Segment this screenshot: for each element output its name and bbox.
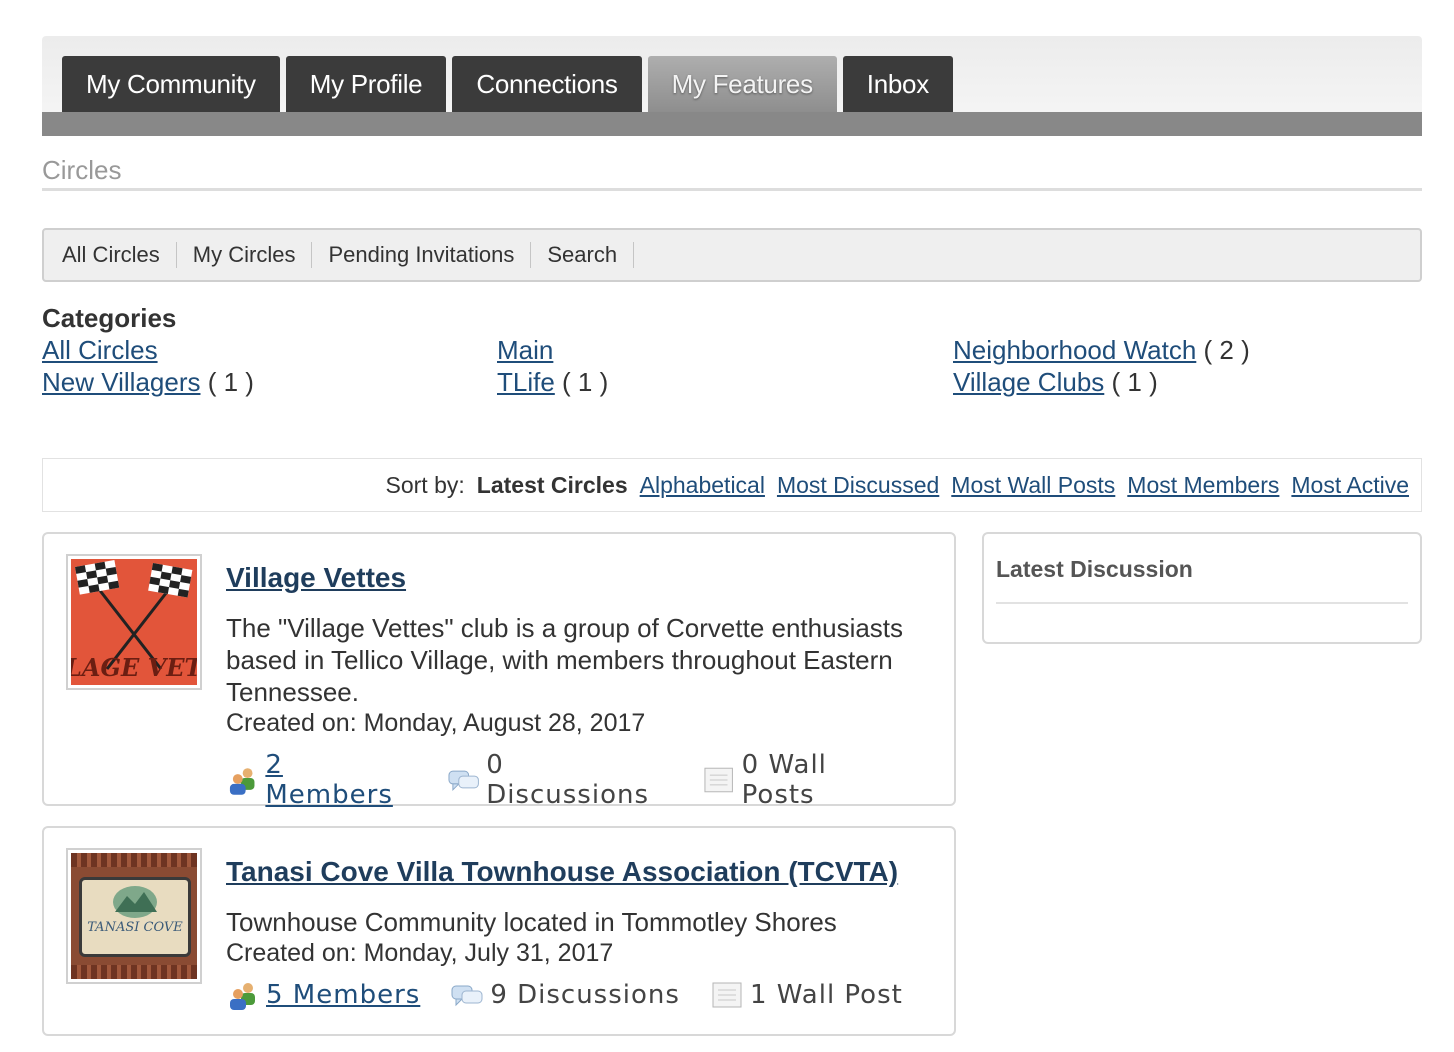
- wall-posts-stat: 1 Wall Post: [710, 980, 903, 1010]
- checkered-flags-image: LAGE VETT: [71, 559, 197, 685]
- discussions-count: 9 Discussions: [490, 980, 680, 1010]
- wall-post-icon: [704, 767, 734, 793]
- discussions-stat: 9 Discussions: [450, 980, 680, 1010]
- sort-current: Latest Circles: [476, 471, 628, 498]
- members-stat: 5 Members: [226, 980, 420, 1010]
- top-navigation: My Community My Profile Connections My F…: [42, 36, 1422, 136]
- circle-description: Townhouse Community located in Tommotley…: [226, 907, 837, 937]
- mountain-logo-icon: [113, 886, 157, 918]
- members-link[interactable]: 2 Members: [265, 750, 416, 810]
- latest-discussion-panel: Latest Discussion: [982, 532, 1422, 644]
- members-icon: [230, 983, 255, 1010]
- sort-most-discussed[interactable]: Most Discussed: [777, 472, 939, 499]
- categories-grid: All Circles Main Neighborhood Watch ( 2 …: [42, 334, 1422, 398]
- members-link[interactable]: 5 Members: [266, 980, 420, 1010]
- category-link-all-circles[interactable]: All Circles: [42, 335, 158, 365]
- sort-bar: Sort by: Latest Circles Alphabetical Mos…: [42, 458, 1422, 512]
- thumbnail-logo-text: LAGE VETT: [71, 653, 197, 682]
- categories-section: Categories All Circles Main Neighborhood…: [42, 302, 1422, 398]
- subnav-all-circles[interactable]: All Circles: [46, 242, 177, 268]
- brick-pattern: [71, 853, 197, 867]
- circle-stats: 2 Members 0 Discussions 0 Wall Posts: [226, 750, 936, 810]
- tab-inbox[interactable]: Inbox: [842, 56, 953, 112]
- circle-details: Tanasi Cove Villa Townhouse Association …: [226, 856, 936, 1010]
- discussions-count: 0 Discussions: [486, 750, 649, 810]
- category-link-new-villagers[interactable]: New Villagers: [42, 367, 200, 397]
- tab-connections[interactable]: Connections: [452, 56, 642, 112]
- circle-title-link[interactable]: Tanasi Cove Villa Townhouse Association …: [226, 856, 898, 888]
- members-icon: [229, 768, 255, 795]
- circle-details: Village Vettes The "Village Vettes" club…: [226, 562, 936, 810]
- circle-card: LAGE VETT Village Vettes The "Village Ve…: [42, 532, 956, 810]
- sort-label: Sort by:: [385, 471, 465, 498]
- category-count: ( 2 ): [1196, 335, 1250, 365]
- latest-discussion-title: Latest Discussion: [996, 534, 1408, 604]
- category-count: ( 1 ): [554, 367, 609, 397]
- category-link-village-clubs[interactable]: Village Clubs: [953, 367, 1104, 397]
- nav-underbar: [42, 112, 1422, 136]
- members-stat: 2 Members: [226, 750, 417, 810]
- circle-thumbnail[interactable]: TANASI COVE: [66, 848, 202, 984]
- category-item: Neighborhood Watch ( 2 ): [953, 334, 1422, 366]
- sort-most-active[interactable]: Most Active: [1291, 472, 1409, 499]
- sort-most-members[interactable]: Most Members: [1127, 472, 1279, 499]
- category-item: Village Clubs ( 1 ): [953, 366, 1422, 398]
- circle-title-link[interactable]: Village Vettes: [226, 562, 406, 594]
- category-item: TLife ( 1 ): [497, 366, 953, 398]
- sign-plaque: TANASI COVE: [79, 877, 191, 957]
- discussions-icon: [451, 985, 483, 1007]
- circles-subnav: All Circles My Circles Pending Invitatio…: [42, 228, 1422, 282]
- wall-posts-stat: 0 Wall Posts: [702, 750, 906, 810]
- circle-description: The "Village Vettes" club is a group of …: [226, 613, 904, 707]
- main-tabs: My Community My Profile Connections My F…: [62, 56, 953, 112]
- categories-heading: Categories: [42, 303, 177, 333]
- circle-thumbnail[interactable]: LAGE VETT: [66, 554, 202, 690]
- discussions-icon: [448, 770, 479, 792]
- circle-stats: 5 Members 9 Discussions 1 Wall Post: [226, 980, 936, 1010]
- wall-post-icon: [712, 982, 742, 1008]
- sort-alphabetical[interactable]: Alphabetical: [640, 472, 765, 499]
- discussions-stat: 0 Discussions: [447, 750, 672, 810]
- tanasi-cove-sign-image: TANASI COVE: [71, 853, 197, 979]
- category-link-main[interactable]: Main: [497, 335, 553, 365]
- category-item: New Villagers ( 1 ): [42, 366, 497, 398]
- category-link-neighborhood-watch[interactable]: Neighborhood Watch: [953, 335, 1196, 365]
- subnav-pending-invitations[interactable]: Pending Invitations: [312, 242, 532, 268]
- wall-posts-count: 0 Wall Posts: [741, 750, 827, 810]
- circle-card: TANASI COVE Tanasi Cove Villa Townhouse …: [42, 826, 956, 1036]
- tab-my-profile[interactable]: My Profile: [285, 56, 447, 112]
- page-title: Circles: [42, 155, 1422, 191]
- sign-text: TANASI COVE: [87, 920, 183, 935]
- sort-most-wall-posts[interactable]: Most Wall Posts: [951, 472, 1115, 499]
- category-link-tlife[interactable]: TLife: [497, 367, 555, 397]
- subnav-my-circles[interactable]: My Circles: [177, 242, 313, 268]
- category-item: All Circles: [42, 334, 497, 366]
- wall-posts-count: 1 Wall Post: [749, 980, 903, 1010]
- subnav-search[interactable]: Search: [531, 242, 635, 268]
- circle-created-date: Created on: Monday, July 31, 2017: [226, 939, 614, 967]
- category-item: Main: [497, 334, 953, 366]
- tab-my-community[interactable]: My Community: [62, 56, 280, 112]
- category-count: ( 1 ): [1104, 367, 1158, 397]
- category-count: ( 1 ): [200, 367, 254, 397]
- tab-my-features[interactable]: My Features: [647, 56, 837, 112]
- brick-pattern-bottom: [71, 965, 197, 979]
- circle-created-date: Created on: Monday, August 28, 2017: [226, 709, 646, 737]
